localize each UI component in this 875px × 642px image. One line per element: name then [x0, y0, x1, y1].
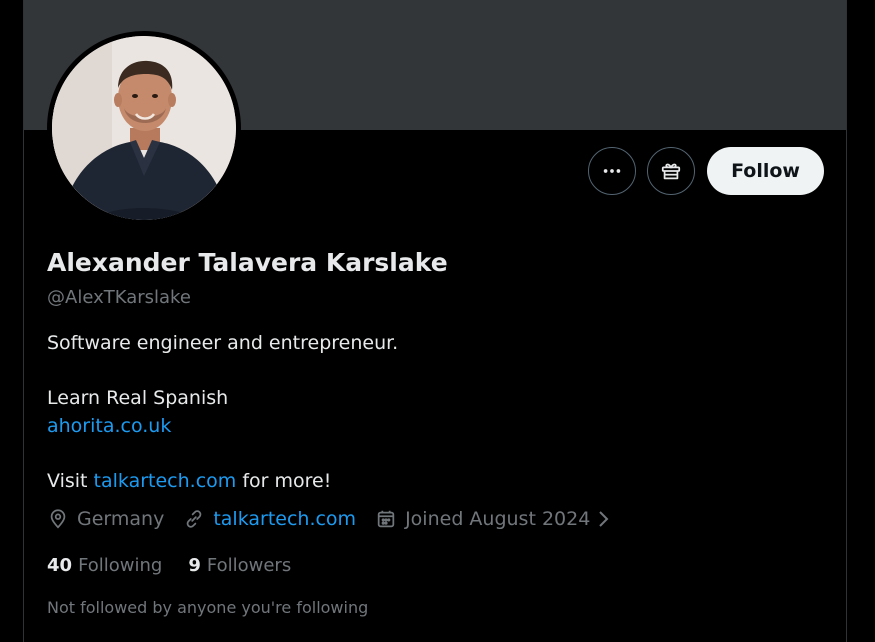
website-link[interactable]: talkartech.com	[213, 508, 356, 530]
link-icon	[187, 510, 202, 528]
followers-count: 9	[188, 555, 201, 576]
bio-line: Visit talkartech.com for more!	[47, 468, 398, 496]
profile-bio: Software engineer and entrepreneur. Lear…	[47, 330, 398, 495]
follow-button[interactable]: Follow	[707, 147, 824, 195]
website: talkartech.com	[183, 508, 356, 530]
following-label: Following	[78, 555, 163, 576]
bio-line: Learn Real Spanish	[47, 387, 229, 409]
profile-meta: Germany talkartech.com Joined August 202…	[47, 508, 631, 530]
calendar-icon	[377, 510, 395, 528]
following-link[interactable]: 40 Following	[47, 555, 162, 576]
bio-visit-suffix: for more!	[236, 469, 332, 492]
bio-visit-prefix: Visit	[47, 469, 94, 492]
bio-spacer	[47, 440, 398, 468]
bio-spacer	[47, 358, 398, 386]
bio-line: ahorita.co.uk	[47, 413, 398, 441]
location: Germany	[47, 508, 164, 530]
followers-link[interactable]: 9 Followers	[188, 555, 291, 576]
display-name: Alexander Talavera Karslake	[47, 248, 448, 277]
bio-link-ahorita[interactable]: ahorita.co.uk	[47, 415, 171, 437]
mutual-followers-note: Not followed by anyone you're following	[47, 598, 369, 617]
bio-link-talkartech[interactable]: talkartech.com	[94, 470, 237, 492]
avatar[interactable]	[52, 36, 236, 220]
gift-button[interactable]	[647, 147, 696, 195]
join-date-text: Joined August 2024	[405, 508, 591, 530]
avatar-border	[47, 31, 241, 225]
more-options-button[interactable]	[588, 147, 637, 195]
chevron-right-icon	[599, 511, 609, 527]
user-handle: @AlexTKarslake	[47, 287, 191, 308]
join-date[interactable]: Joined August 2024	[375, 508, 612, 530]
followers-label: Followers	[206, 555, 292, 576]
profile-column: Follow Alexander Talavera Karslake @Alex…	[23, 0, 847, 642]
location-pin-icon	[50, 509, 66, 529]
location-text: Germany	[77, 508, 165, 530]
profile-actions: Follow	[588, 147, 824, 195]
more-icon	[603, 169, 621, 173]
bio-line: Software engineer and entrepreneur.	[47, 332, 399, 354]
following-count: 40	[47, 555, 73, 576]
follow-counts: 40 Following 9 Followers	[47, 555, 317, 576]
gift-icon	[661, 163, 681, 180]
